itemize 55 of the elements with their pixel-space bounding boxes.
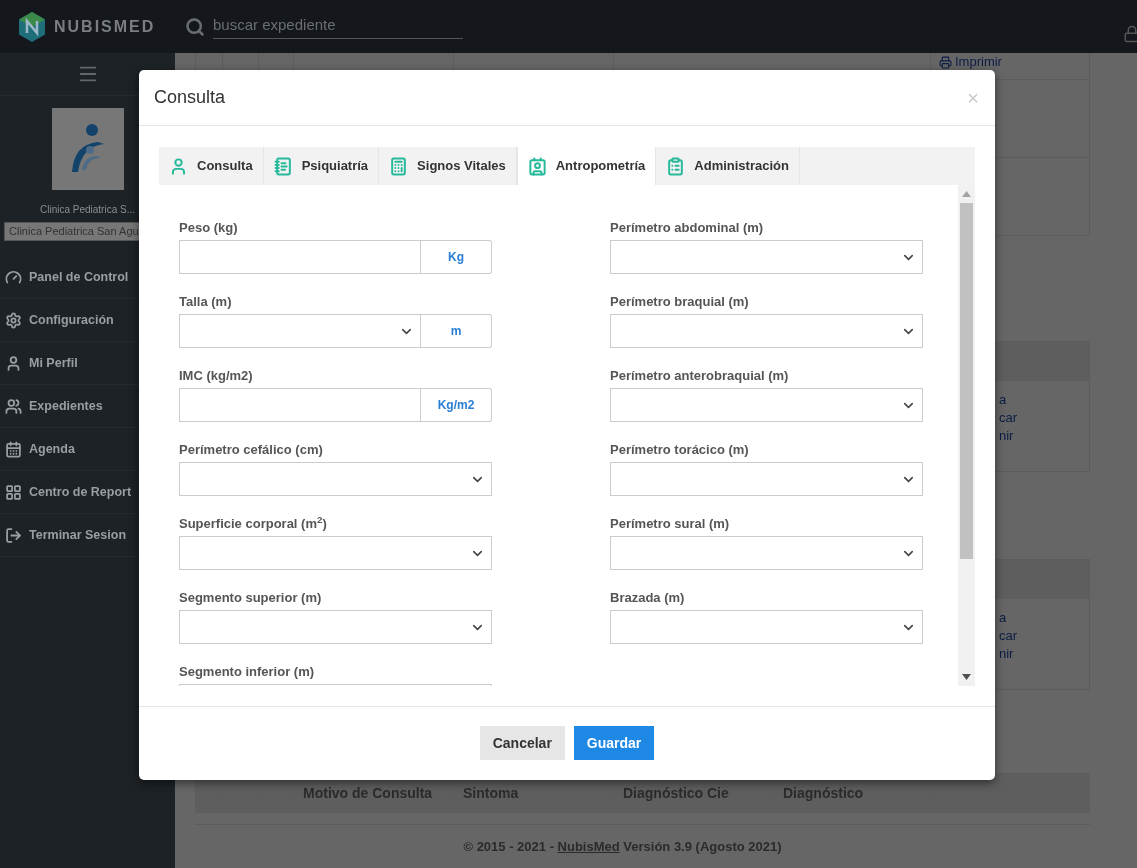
select-field[interactable] (179, 462, 492, 496)
select-field[interactable] (179, 536, 492, 570)
select-field[interactable] (610, 462, 923, 496)
field-label: Superficie corporal (m$^{2}$) (179, 516, 328, 532)
field-label: Peso (kg) (179, 220, 239, 236)
field-label: Perímetro braquial (m) (610, 294, 750, 310)
select-field[interactable] (610, 240, 923, 274)
field-label: Perímetro sural (m) (610, 516, 731, 532)
calendar-icon (5, 440, 22, 458)
input-field[interactable] (179, 388, 421, 422)
id-card-icon (527, 156, 547, 176)
unit-addon: m (421, 314, 492, 348)
select-field[interactable] (610, 314, 923, 348)
settings-icon (5, 311, 22, 329)
select-field[interactable] (179, 610, 492, 644)
logout-icon (5, 526, 22, 544)
field-label: Brazada (m) (610, 590, 686, 606)
gauge-icon (5, 268, 22, 286)
lock-icon (1123, 25, 1137, 43)
grid-icon (5, 483, 22, 501)
field-label: Perímetro anterobraquial (m) (610, 368, 790, 384)
footer-text: © 2015 - 2021 - NubisMed Versión 3.9 (Agosto 2021) (463, 837, 782, 856)
user-icon (169, 156, 188, 176)
scrollbar[interactable] (958, 185, 975, 686)
tab[interactable]: Antropometría (516, 147, 657, 185)
scroll-up-icon (962, 191, 971, 197)
field-label: Talla (m) (179, 294, 233, 310)
select-field[interactable] (610, 536, 923, 570)
unit-addon: Kg/m2 (421, 388, 492, 422)
field-label: Perímetro cefálico (cm) (179, 442, 324, 458)
scroll-down-icon (962, 674, 971, 680)
logo-icon (18, 11, 46, 42)
users-icon (5, 397, 22, 415)
notebook-icon (273, 156, 293, 176)
field-label: IMC (kg/m2) (179, 368, 254, 384)
field-label: Perímetro torácico (m) (610, 442, 750, 458)
clinic-name: Clinica Pediatrica S... (39, 203, 135, 217)
printer-icon (939, 55, 952, 69)
unit-addon: Kg (421, 240, 492, 274)
calculator-icon (389, 156, 409, 176)
select-field[interactable] (179, 314, 421, 348)
save-button[interactable]: Guardar (573, 726, 655, 760)
select-field[interactable] (610, 388, 923, 422)
field-label: Segmento superior (m) (179, 590, 323, 606)
modal-title: Consulta (154, 86, 226, 109)
search-field[interactable]: buscar expediente (213, 13, 463, 40)
cancel-button[interactable]: Cancelar (479, 726, 565, 760)
select-field[interactable] (610, 610, 923, 644)
clipboard-icon (666, 156, 686, 176)
input-field[interactable] (179, 240, 421, 274)
field-label: Segmento inferior (m) (179, 664, 316, 680)
user-icon (5, 354, 22, 372)
field-label: Perímetro abdominal (m) (610, 220, 765, 236)
search-icon (185, 16, 205, 37)
brand-name: NUBISMED (54, 16, 156, 37)
